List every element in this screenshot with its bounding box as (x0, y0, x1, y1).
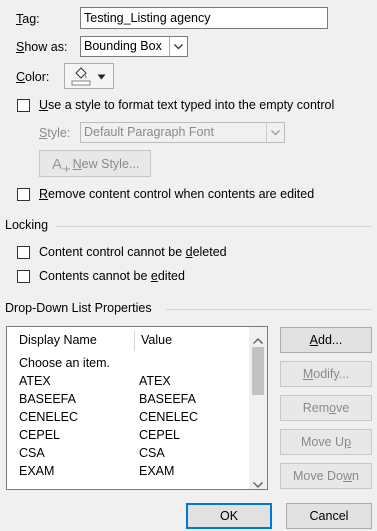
locking-heading: Locking (5, 218, 49, 232)
ok-button[interactable]: OK (186, 503, 272, 529)
scrollbar-thumb[interactable] (252, 347, 264, 395)
svg-text:A: A (52, 156, 62, 173)
show-as-select[interactable]: Bounding Box (80, 36, 188, 57)
list-item[interactable]: CENELEC CENELEC (19, 409, 198, 426)
list-item[interactable]: CEPEL CEPEL (19, 427, 180, 444)
paint-bucket-icon (71, 66, 91, 86)
lock-edit-checkbox[interactable] (17, 270, 30, 283)
modify-button[interactable]: Modify... (280, 361, 372, 387)
col-display-name: Display Name (19, 333, 97, 347)
col-value: Value (141, 333, 173, 347)
color-label: Color: (16, 70, 50, 84)
cancel-button[interactable]: Cancel (286, 503, 372, 529)
list-item[interactable]: Choose an item. (19, 355, 110, 372)
list-scrollbar[interactable] (249, 327, 267, 489)
move-down-button[interactable]: Move Do w n (280, 463, 372, 489)
remove-content-control-checkbox[interactable] (17, 188, 30, 201)
chevron-down-icon (266, 123, 284, 142)
dropdown-heading: Drop-Down List Properties (5, 301, 152, 315)
chevron-up-icon[interactable] (253, 333, 263, 347)
lock-edit-label: Contents cannot be edited (39, 269, 185, 283)
tag-label: Tag: (16, 12, 40, 26)
new-style-icon: A (51, 155, 71, 173)
chevron-down-icon (97, 69, 106, 83)
list-item[interactable]: BASEEFA BASEEFA (19, 391, 196, 408)
remove-content-control-label: Remove content control when contents are… (39, 187, 315, 201)
dropdown-separator (166, 309, 372, 310)
remove-button[interactable]: Rem o ve (280, 395, 372, 421)
style-select[interactable]: Default Paragraph Font (80, 122, 285, 143)
lock-delete-checkbox[interactable] (17, 246, 30, 259)
style-value: Default Paragraph Font (84, 125, 214, 139)
chevron-down-icon[interactable] (253, 477, 263, 491)
show-as-label: Show as: (16, 40, 68, 54)
column-divider (134, 331, 135, 351)
use-style-checkbox[interactable] (17, 99, 30, 112)
add-button[interactable]: Add... (280, 327, 372, 353)
locking-separator (56, 226, 372, 227)
chevron-down-icon (169, 37, 187, 56)
show-as-value: Bounding Box (84, 39, 162, 53)
style-label: Style: (39, 126, 71, 140)
move-up-button[interactable]: Move Up (280, 429, 372, 455)
list-item[interactable]: ATEX ATEX (19, 373, 171, 390)
lock-delete-label: Content control cannot be deleted (39, 245, 227, 259)
color-picker-button[interactable] (64, 63, 114, 89)
new-style-button[interactable]: A New Style... (39, 150, 151, 177)
use-style-label: Use a style to format text typed into th… (39, 98, 335, 112)
list-item[interactable]: CSA CSA (19, 445, 165, 462)
tag-input[interactable]: Testing_Listing agency (80, 7, 328, 29)
list-item[interactable]: EXAM EXAM (19, 463, 174, 480)
dropdown-list[interactable]: Display Name Value Choose an item. ATEX A… (6, 326, 268, 490)
